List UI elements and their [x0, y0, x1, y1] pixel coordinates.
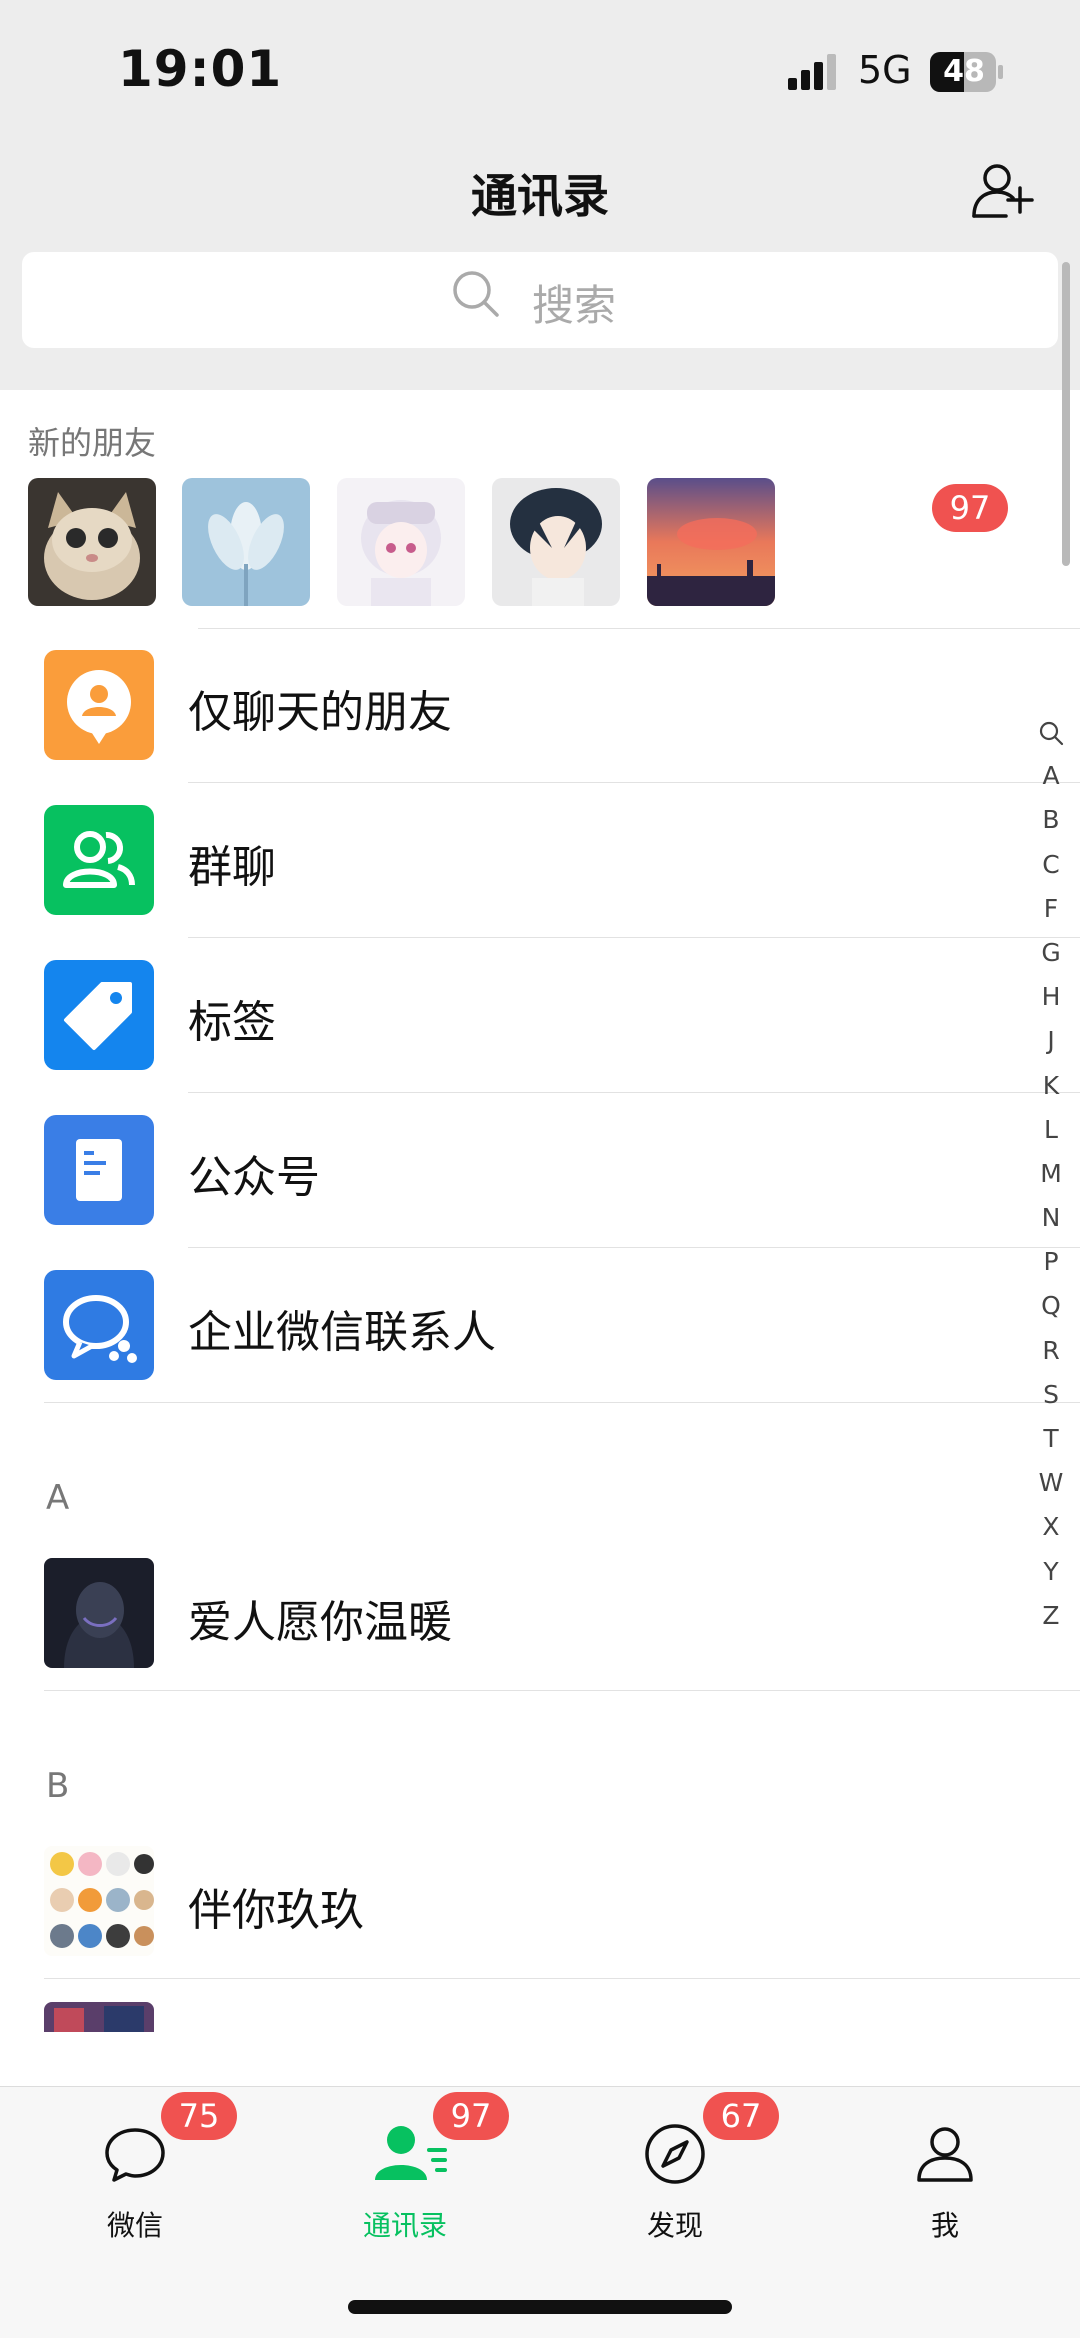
alphabet-letter[interactable]: F: [1036, 887, 1066, 931]
add-contact-icon[interactable]: [970, 158, 1036, 224]
tab-label: 发现: [646, 2209, 703, 2242]
new-friend-avatar-sunset[interactable]: [647, 478, 775, 606]
row-wecom-contacts[interactable]: 企业微信联系人: [0, 1248, 1080, 1403]
battery-icon: 48: [930, 52, 1003, 92]
tab-label: 通讯录: [362, 2209, 447, 2242]
row-official-accounts[interactable]: 公众号: [0, 1093, 1080, 1248]
signal-icon: [788, 54, 836, 90]
wecom-icon: [44, 1270, 154, 1380]
contact-name: 伴你玖玖: [188, 1885, 364, 1936]
alphabet-letter[interactable]: R: [1036, 1329, 1066, 1373]
tab-chats[interactable]: 75 微信: [45, 2092, 237, 2242]
row-label: 仅聊天的朋友: [188, 687, 452, 738]
tab-label: 我: [930, 2209, 959, 2242]
new-friends-badge: 97: [932, 484, 1008, 532]
alphabet-letter[interactable]: M: [1036, 1152, 1066, 1196]
network-type: 5G: [858, 48, 912, 92]
group-chat-icon: [44, 805, 154, 915]
tab-contacts[interactable]: 97 通讯录: [315, 2092, 509, 2242]
contact-row[interactable]: 伴你玖玖: [0, 1828, 1080, 1978]
row-group-chats[interactable]: 群聊: [0, 783, 1080, 938]
chat-only-icon: [44, 650, 154, 760]
row-label: 公众号: [188, 1152, 320, 1203]
alphabet-letter[interactable]: T: [1036, 1417, 1066, 1461]
alphabet-letter[interactable]: K: [1036, 1064, 1066, 1108]
tab-label: 微信: [106, 2209, 163, 2242]
section-header-b: B: [46, 1766, 70, 1806]
tab-me[interactable]: 我: [855, 2118, 1035, 2242]
tab-discover[interactable]: 67 发现: [585, 2092, 779, 2242]
search-placeholder: 搜索: [532, 281, 617, 330]
contact-avatar: [44, 1558, 154, 1668]
alphabet-letter[interactable]: L: [1036, 1108, 1066, 1152]
alphabet-letter[interactable]: X: [1036, 1505, 1066, 1549]
alphabet-letter[interactable]: Z: [1036, 1594, 1066, 1638]
alphabet-search-icon[interactable]: [1036, 710, 1066, 754]
contact-name: 爱人愿你温暖: [188, 1597, 452, 1648]
tab-badge: 75: [161, 2092, 237, 2140]
row-label: 群聊: [188, 842, 276, 893]
alphabet-letter[interactable]: S: [1036, 1373, 1066, 1417]
battery-level: 48: [943, 54, 985, 89]
alphabet-letter[interactable]: B: [1036, 798, 1066, 842]
tab-badge: 97: [433, 2092, 509, 2140]
official-account-icon: [44, 1115, 154, 1225]
new-friend-avatar-anime-girl[interactable]: [337, 478, 465, 606]
alphabet-letter[interactable]: Q: [1036, 1284, 1066, 1328]
alphabet-letter[interactable]: N: [1036, 1196, 1066, 1240]
new-friend-avatar-cat[interactable]: [28, 478, 156, 606]
alphabet-letter[interactable]: J: [1036, 1019, 1066, 1063]
search-icon: [453, 271, 499, 317]
tag-icon: [44, 960, 154, 1070]
page-title: 通讯录: [471, 169, 609, 223]
alphabet-letter[interactable]: G: [1036, 931, 1066, 975]
alphabet-letter[interactable]: A: [1036, 754, 1066, 798]
compass-icon: [645, 2124, 705, 2184]
alphabet-letter[interactable]: W: [1036, 1461, 1066, 1505]
alphabet-letter[interactable]: Y: [1036, 1550, 1066, 1594]
contact-row[interactable]: 爱人愿你温暖: [0, 1540, 1080, 1690]
tab-badge: 67: [703, 2092, 779, 2140]
section-header-a: A: [46, 1478, 70, 1518]
row-chat-only-friends[interactable]: 仅聊天的朋友: [0, 628, 1080, 783]
contact-row[interactable]: [0, 1996, 1080, 2032]
divider: [44, 1690, 1080, 1691]
row-label: 标签: [188, 997, 276, 1048]
row-label: 企业微信联系人: [188, 1307, 496, 1358]
alphabet-letter[interactable]: H: [1036, 975, 1066, 1019]
home-indicator[interactable]: [348, 2300, 732, 2314]
scrollbar[interactable]: [1062, 262, 1070, 566]
new-friends-label: 新的朋友: [28, 424, 157, 462]
alphabet-letter[interactable]: P: [1036, 1240, 1066, 1284]
new-friend-avatar-flower[interactable]: [182, 478, 310, 606]
divider: [44, 1402, 1080, 1403]
chat-bubble-icon: [105, 2128, 165, 2182]
status-time: 19:01: [118, 40, 283, 98]
person-icon: [917, 2127, 973, 2182]
divider: [44, 1978, 1080, 1979]
alphabet-letter[interactable]: C: [1036, 843, 1066, 887]
contact-avatar: [44, 2002, 154, 2032]
alphabet-index[interactable]: A B C F G H J K L M N P Q R S T W X Y Z: [1036, 710, 1066, 1638]
contact-avatar: [44, 1846, 154, 1956]
new-friend-avatar-anime-boy[interactable]: [492, 478, 620, 606]
row-tags[interactable]: 标签: [0, 938, 1080, 1093]
